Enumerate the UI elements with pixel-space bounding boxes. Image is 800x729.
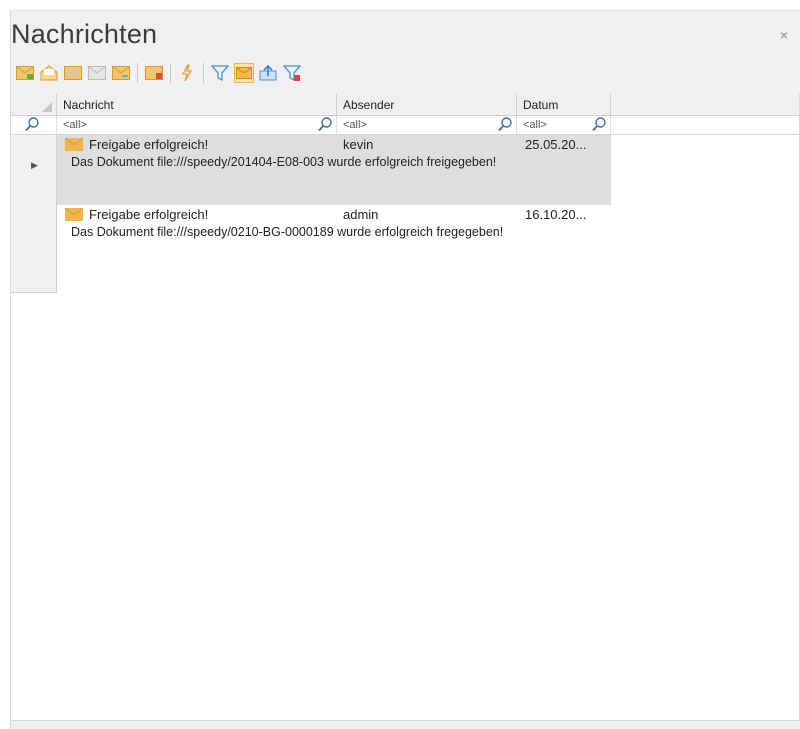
envelope-active-icon[interactable]	[234, 63, 254, 83]
message-subject: Freigabe erfolgreich!	[89, 137, 209, 152]
messages-panel: Nachrichten × Nachricht Absender Datum <…	[10, 10, 800, 729]
envelope-icon	[65, 208, 83, 221]
export-icon[interactable]	[258, 63, 278, 83]
message-date: 16.10.20...	[525, 207, 587, 222]
table-row[interactable]: Freigabe erfolgreich! kevin 25.05.20... …	[57, 135, 611, 205]
close-icon[interactable]: ×	[780, 27, 788, 43]
message-sender: admin	[343, 207, 379, 222]
messages-grid: Nachricht Absender Datum <all> <all> <al…	[11, 94, 800, 721]
filter-row: <all> <all> <all>	[11, 116, 799, 135]
filter-nachricht-value: <all>	[63, 119, 87, 131]
column-header-nachricht[interactable]: Nachricht	[57, 94, 337, 116]
message-date: 25.05.20...	[525, 137, 587, 152]
filter-datum-value: <all>	[523, 119, 547, 131]
filter-nachricht[interactable]: <all>	[57, 116, 337, 134]
filter-absender-value: <all>	[343, 119, 367, 131]
filter-icon[interactable]	[210, 63, 230, 83]
message-subject: Freigabe erfolgreich!	[89, 207, 209, 222]
toolbar-separator	[203, 63, 204, 83]
column-header-datum[interactable]: Datum	[517, 94, 611, 116]
search-icon	[25, 117, 39, 132]
header-corner	[11, 94, 57, 116]
filter-row-corner	[11, 116, 57, 134]
current-row-arrow-icon: ▶	[31, 160, 38, 170]
filter-absender[interactable]: <all>	[337, 116, 517, 134]
row-selector[interactable]	[11, 205, 57, 293]
search-icon	[592, 117, 606, 132]
column-header-absender[interactable]: Absender	[337, 94, 517, 116]
new-message-icon[interactable]	[15, 63, 35, 83]
message-list-icon[interactable]	[63, 63, 83, 83]
open-envelope-icon[interactable]	[39, 63, 59, 83]
forward-message-icon[interactable]	[111, 63, 131, 83]
lightning-icon[interactable]	[177, 63, 197, 83]
message-body: Das Dokument file:///speedy/201404-E08-0…	[71, 155, 497, 169]
filter-datum[interactable]: <all>	[517, 116, 611, 134]
delete-message-icon[interactable]	[144, 63, 164, 83]
message-sender: kevin	[343, 137, 374, 152]
message-body: Das Dokument file:///speedy/0210-BG-0000…	[71, 225, 504, 239]
grid-header: Nachricht Absender Datum	[11, 94, 799, 116]
toolbar-separator	[137, 63, 138, 83]
row-selector[interactable]: ▶	[11, 135, 57, 205]
panel-title: Nachrichten	[11, 19, 158, 49]
table-row[interactable]: Freigabe erfolgreich! admin 16.10.20... …	[57, 205, 611, 275]
toolbar	[15, 60, 306, 86]
search-icon	[318, 117, 332, 132]
toolbar-separator	[170, 63, 171, 83]
search-icon	[498, 117, 512, 132]
clear-filter-icon[interactable]	[282, 63, 302, 83]
envelope-icon	[65, 138, 83, 151]
reply-icon[interactable]	[87, 63, 107, 83]
